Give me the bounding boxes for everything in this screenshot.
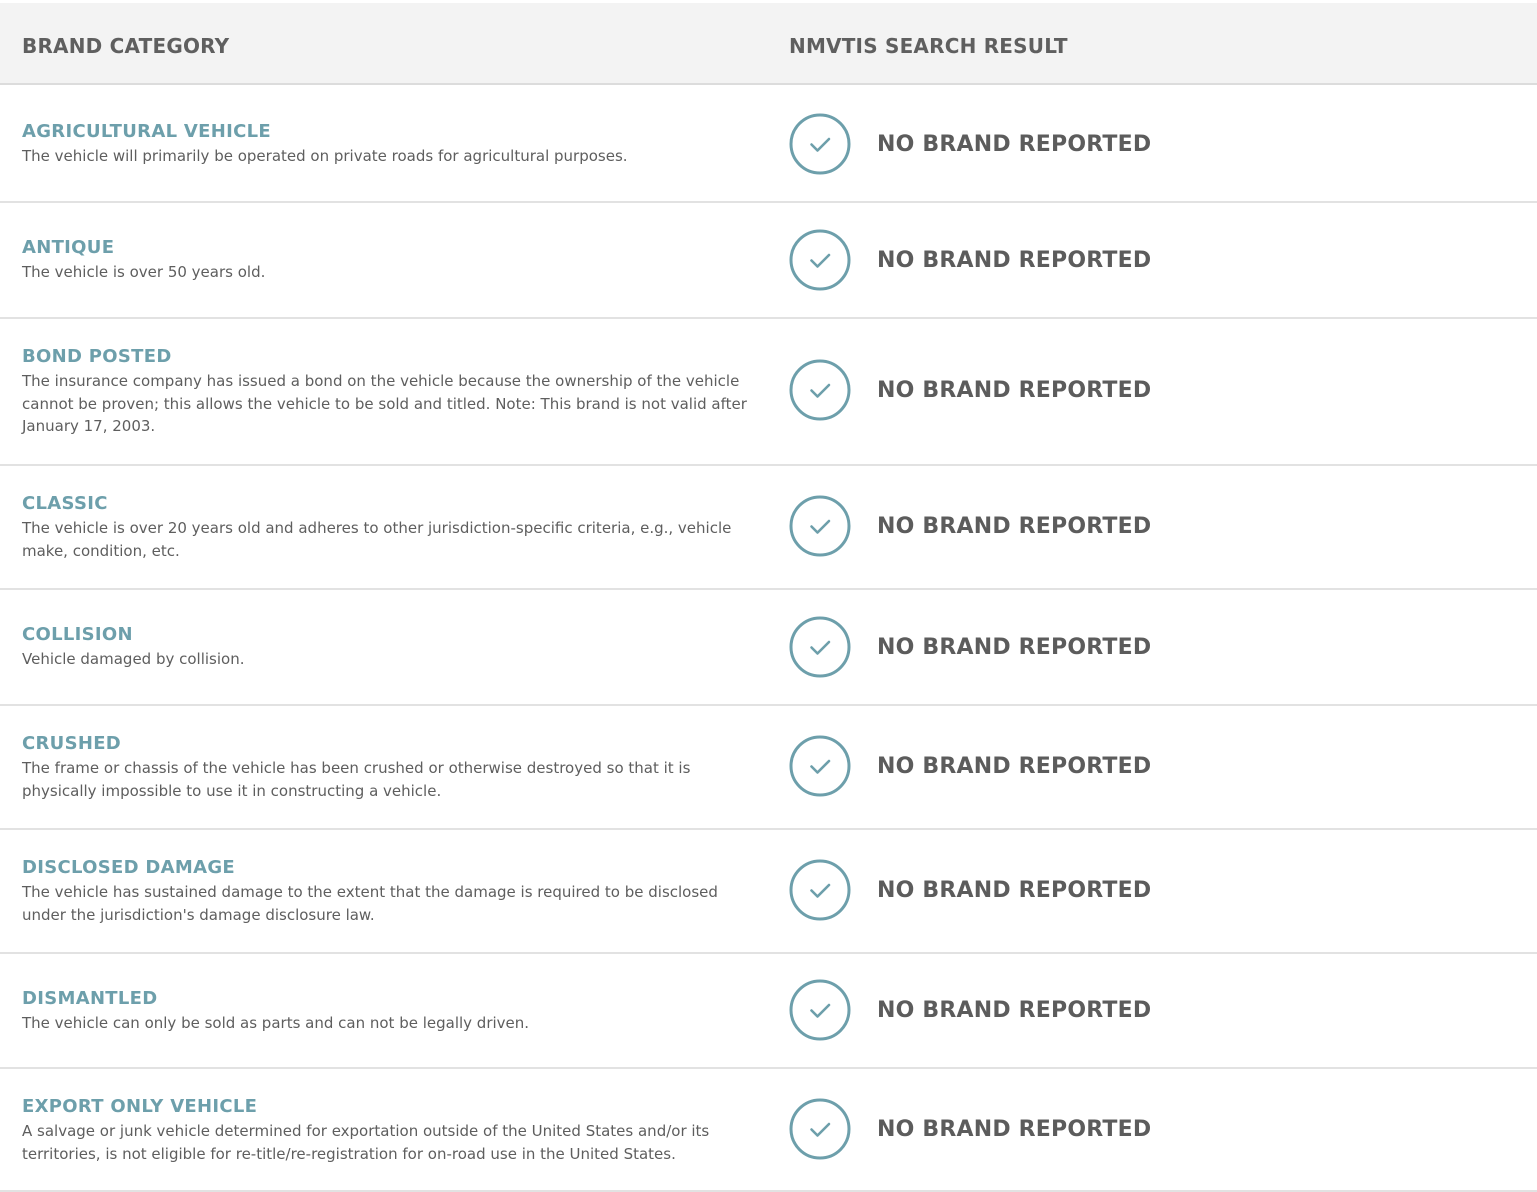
brand-description: The vehicle is over 20 years old and adh…	[22, 519, 732, 560]
brand-description: The vehicle can only be sold as parts an…	[22, 1014, 530, 1032]
table-row: COLLISION Vehicle damaged by collision. …	[0, 590, 1537, 706]
brand-name: COLLISION	[22, 624, 133, 645]
result-text: NO BRAND REPORTED	[877, 997, 1152, 1023]
search-result-cell: NO BRAND REPORTED	[789, 228, 1151, 292]
brand-description: A salvage or junk vehicle determined for…	[22, 1122, 710, 1163]
brand-category-cell: EXPORT ONLY VEHICLE A salvage or junk ve…	[22, 1095, 758, 1165]
brand-description: The vehicle is over 50 years old.	[22, 263, 266, 281]
result-text: NO BRAND REPORTED	[877, 1116, 1152, 1142]
search-result-cell: NO BRAND REPORTED	[789, 112, 1151, 176]
brand-name: AGRICULTURAL VEHICLE	[22, 121, 271, 142]
brand-name: DISCLOSED DAMAGE	[22, 857, 235, 878]
brand-name: DISMANTLED	[22, 988, 158, 1009]
brand-category-cell: COLLISION Vehicle damaged by collision.	[22, 623, 758, 671]
brand-name: BOND POSTED	[22, 346, 172, 367]
check-circle-icon	[789, 113, 851, 175]
check-circle-icon	[789, 495, 851, 557]
table-row: ANTIQUE The vehicle is over 50 years old…	[0, 203, 1537, 319]
check-circle-icon	[789, 359, 851, 421]
brand-category-cell: DISCLOSED DAMAGE The vehicle has sustain…	[22, 856, 758, 926]
check-circle-icon	[789, 735, 851, 797]
search-result-cell: NO BRAND REPORTED	[789, 858, 1151, 922]
result-text: NO BRAND REPORTED	[877, 247, 1152, 273]
result-text: NO BRAND REPORTED	[877, 377, 1152, 403]
brand-name: ANTIQUE	[22, 237, 115, 258]
search-result-cell: NO BRAND REPORTED	[789, 734, 1151, 798]
search-result-header: NMVTIS SEARCH RESULT	[789, 34, 1068, 58]
brand-description: The insurance company has issued a bond …	[22, 372, 747, 435]
result-text: NO BRAND REPORTED	[877, 513, 1152, 539]
check-circle-icon	[789, 979, 851, 1041]
brand-name: CRUSHED	[22, 733, 122, 754]
result-text: NO BRAND REPORTED	[877, 753, 1152, 779]
brand-description: The vehicle will primarily be operated o…	[22, 147, 628, 165]
brand-name: CLASSIC	[22, 493, 108, 514]
check-circle-icon	[789, 229, 851, 291]
table-header: BRAND CATEGORY NMVTIS SEARCH RESULT	[0, 3, 1537, 85]
result-text: NO BRAND REPORTED	[877, 131, 1152, 157]
check-circle-icon	[789, 859, 851, 921]
table-row: DISMANTLED The vehicle can only be sold …	[0, 954, 1537, 1069]
search-result-cell: NO BRAND REPORTED	[789, 494, 1151, 558]
table-row: EXPORT ONLY VEHICLE A salvage or junk ve…	[0, 1069, 1537, 1192]
check-circle-icon	[789, 1098, 851, 1160]
check-circle-icon	[789, 616, 851, 678]
search-result-cell: NO BRAND REPORTED	[789, 358, 1151, 422]
search-result-cell: NO BRAND REPORTED	[789, 615, 1151, 679]
brand-category-cell: BOND POSTED The insurance company has is…	[22, 345, 758, 438]
brand-category-cell: AGRICULTURAL VEHICLE The vehicle will pr…	[22, 120, 758, 168]
brand-name: EXPORT ONLY VEHICLE	[22, 1096, 258, 1117]
brand-description: Vehicle damaged by collision.	[22, 650, 245, 668]
result-text: NO BRAND REPORTED	[877, 877, 1152, 903]
table-row: CLASSIC The vehicle is over 20 years old…	[0, 466, 1537, 590]
search-result-cell: NO BRAND REPORTED	[789, 1097, 1151, 1161]
brand-description: The vehicle has sustained damage to the …	[22, 883, 718, 924]
table-row: AGRICULTURAL VEHICLE The vehicle will pr…	[0, 85, 1537, 203]
brand-description: The frame or chassis of the vehicle has …	[22, 759, 691, 800]
brand-category-cell: DISMANTLED The vehicle can only be sold …	[22, 987, 758, 1035]
brand-category-cell: CRUSHED The frame or chassis of the vehi…	[22, 732, 758, 802]
brand-category-header: BRAND CATEGORY	[22, 34, 230, 58]
brand-category-cell: ANTIQUE The vehicle is over 50 years old…	[22, 236, 758, 284]
table-row: CRUSHED The frame or chassis of the vehi…	[0, 706, 1537, 830]
table-row: BOND POSTED The insurance company has is…	[0, 319, 1537, 466]
search-result-cell: NO BRAND REPORTED	[789, 978, 1151, 1042]
result-text: NO BRAND REPORTED	[877, 634, 1152, 660]
table-row: DISCLOSED DAMAGE The vehicle has sustain…	[0, 830, 1537, 954]
brand-category-cell: CLASSIC The vehicle is over 20 years old…	[22, 492, 758, 562]
